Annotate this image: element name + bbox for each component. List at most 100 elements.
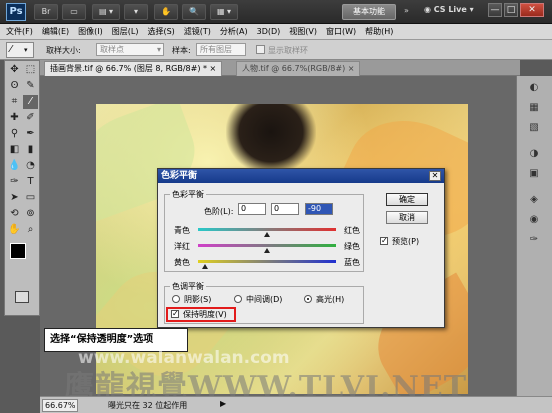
cyan-red-slider-thumb[interactable] (264, 232, 270, 237)
menu-analysis[interactable]: 分析(A) (220, 26, 248, 37)
styles-panel-icon[interactable]: ▧ (525, 120, 543, 136)
yellow-blue-slider-thumb[interactable] (201, 264, 208, 269)
slider-left-label: 青色 (174, 226, 190, 235)
quick-mask-icon[interactable] (15, 291, 29, 303)
slider-left-label: 黄色 (174, 258, 190, 267)
slider-right-label: 绿色 (344, 242, 360, 251)
toolbox: ✥ ⬚ ʘ ✎ ⌗ ⁄ ✚ ✐ ⚲ ✒ ◧ ▮ 💧 ◔ ✑ T ➤ ▭ ⟲ ⊚ … (4, 60, 40, 316)
3d-orbit-tool-icon[interactable]: ⊚ (23, 207, 38, 221)
zoom-tool-icon[interactable]: ⌕ (23, 223, 38, 237)
level-magenta-green-input[interactable]: 0 (271, 203, 299, 215)
preserve-luminosity-checkbox[interactable]: ✓ (171, 310, 179, 318)
color-panel-icon[interactable]: ◐ (525, 80, 543, 96)
shape-tool-icon[interactable]: ▭ (23, 191, 38, 205)
eyedropper-tool-icon[interactable]: ⁄ (23, 95, 38, 109)
swatches-panel-icon[interactable]: ▦ (525, 100, 543, 116)
show-ring-label: 显示取样环 (268, 46, 308, 55)
preserve-luminosity-label: 保持明度(V) (183, 310, 227, 319)
options-bar: ⁄ ▾ 取样大小: 取样点 ▾ 样本: 所有图层 显示取样环 (0, 40, 552, 60)
lasso-tool-icon[interactable]: ʘ (7, 79, 22, 93)
zoom-level-field[interactable]: 66.67% (42, 399, 78, 412)
gradient-tool-icon[interactable]: ▮ (23, 143, 38, 157)
healing-tool-icon[interactable]: ✚ (7, 111, 22, 125)
tab-close-icon[interactable]: × (348, 64, 355, 73)
sample-value: 所有图层 (200, 45, 232, 54)
cs-live-button[interactable]: ◉ CS Live ▾ (424, 5, 474, 14)
zoom-level-button[interactable]: ▾ (124, 4, 148, 20)
adjustments-panel-icon[interactable]: ◑ (525, 146, 543, 162)
masks-panel-icon[interactable]: ▣ (525, 166, 543, 182)
menu-help[interactable]: 帮助(H) (365, 26, 393, 37)
dodge-tool-icon[interactable]: ◔ (23, 159, 38, 173)
figure-hair (226, 104, 316, 174)
close-button[interactable]: ✕ (520, 3, 544, 17)
bridge-button[interactable]: Br (34, 4, 58, 20)
shadows-radio[interactable] (172, 295, 180, 303)
magenta-green-slider-track[interactable] (198, 244, 336, 247)
workspace-button[interactable]: 基本功能 (342, 4, 396, 20)
menu-view[interactable]: 视图(V) (289, 26, 317, 37)
show-ring-checkbox[interactable] (256, 45, 265, 54)
screen-mode-button[interactable]: ▦ ▾ (210, 4, 238, 20)
midtones-radio[interactable] (234, 295, 242, 303)
tab-label: 插画背景.tif @ 66.7% (图层 8, RGB/8#) * (50, 64, 207, 73)
menu-3d[interactable]: 3D(D) (257, 27, 281, 36)
clone-stamp-tool-icon[interactable]: ⚲ (7, 127, 22, 141)
channels-panel-icon[interactable]: ◉ (525, 212, 543, 228)
path-select-tool-icon[interactable]: ➤ (7, 191, 22, 205)
type-tool-icon[interactable]: T (23, 175, 38, 189)
mini-bridge-button[interactable]: ▭ (62, 4, 86, 20)
history-brush-tool-icon[interactable]: ✒ (23, 127, 38, 141)
menu-image[interactable]: 图像(I) (78, 26, 103, 37)
hand-tool-button[interactable]: ✋ (154, 4, 178, 20)
level-yellow-blue-input[interactable]: -90 (305, 203, 333, 215)
3d-rotate-tool-icon[interactable]: ⟲ (7, 207, 22, 221)
minimize-button[interactable]: — (488, 3, 502, 17)
menu-file[interactable]: 文件(F) (6, 26, 33, 37)
maximize-button[interactable]: □ (504, 3, 518, 17)
move-tool-icon[interactable]: ✥ (7, 63, 22, 77)
chevron-down-icon: ▾ (156, 45, 161, 54)
yellow-blue-slider-track[interactable] (198, 260, 336, 263)
menu-edit[interactable]: 编辑(E) (42, 26, 69, 37)
menu-bar: 文件(F) 编辑(E) 图像(I) 图层(L) 选择(S) 滤镜(T) 分析(A… (0, 24, 552, 40)
marquee-tool-icon[interactable]: ⬚ (23, 63, 38, 77)
tool-preset-picker[interactable]: ⁄ ▾ (6, 42, 34, 58)
crop-tool-icon[interactable]: ⌗ (7, 95, 22, 109)
tab-illustration-bg[interactable]: 插画背景.tif @ 66.7% (图层 8, RGB/8#) * × (44, 61, 223, 76)
sample-size-select[interactable]: 取样点 ▾ (96, 43, 164, 56)
cancel-button[interactable]: 取消 (386, 211, 428, 224)
sample-size-value: 取样点 (100, 45, 124, 54)
menu-filter[interactable]: 滤镜(T) (184, 26, 211, 37)
preview-label: 预览(P) (392, 237, 420, 246)
menu-select[interactable]: 选择(S) (147, 26, 174, 37)
color-balance-legend: 色彩平衡 (170, 189, 206, 200)
foreground-color-swatch[interactable] (10, 243, 26, 259)
sample-label: 样本: (172, 46, 191, 55)
highlights-radio[interactable] (304, 295, 312, 303)
sample-select[interactable]: 所有图层 (196, 43, 246, 56)
menu-layer[interactable]: 图层(L) (112, 26, 139, 37)
cyan-red-slider-track[interactable] (198, 228, 336, 231)
brush-tool-icon[interactable]: ✐ (23, 111, 38, 125)
pen-tool-icon[interactable]: ✑ (7, 175, 22, 189)
paths-panel-icon[interactable]: ✑ (525, 232, 543, 248)
level-cyan-red-input[interactable]: 0 (238, 203, 266, 215)
tab-close-icon[interactable]: × (210, 64, 217, 73)
hand-tool-icon[interactable]: ✋ (7, 223, 22, 237)
dialog-close-button[interactable]: ✕ (429, 171, 441, 181)
eraser-tool-icon[interactable]: ◧ (7, 143, 22, 157)
ok-button[interactable]: 确定 (386, 193, 428, 206)
menu-window[interactable]: 窗口(W) (326, 26, 356, 37)
blur-tool-icon[interactable]: 💧 (7, 159, 22, 173)
tab-character[interactable]: 人物.tif @ 66.7%(RGB/8#) × (236, 61, 361, 76)
layers-panel-icon[interactable]: ◈ (525, 192, 543, 208)
workspace-more-icon[interactable]: » (404, 6, 409, 15)
quick-select-tool-icon[interactable]: ✎ (23, 79, 38, 93)
status-menu-arrow-icon[interactable]: ▶ (220, 399, 226, 408)
view-extras-button[interactable]: ▤ ▾ (92, 4, 120, 20)
zoom-tool-button[interactable]: 🔍 (182, 4, 206, 20)
preview-checkbox[interactable]: ✓ (380, 237, 388, 245)
sample-size-label: 取样大小: (46, 46, 81, 55)
magenta-green-slider-thumb[interactable] (264, 248, 270, 253)
